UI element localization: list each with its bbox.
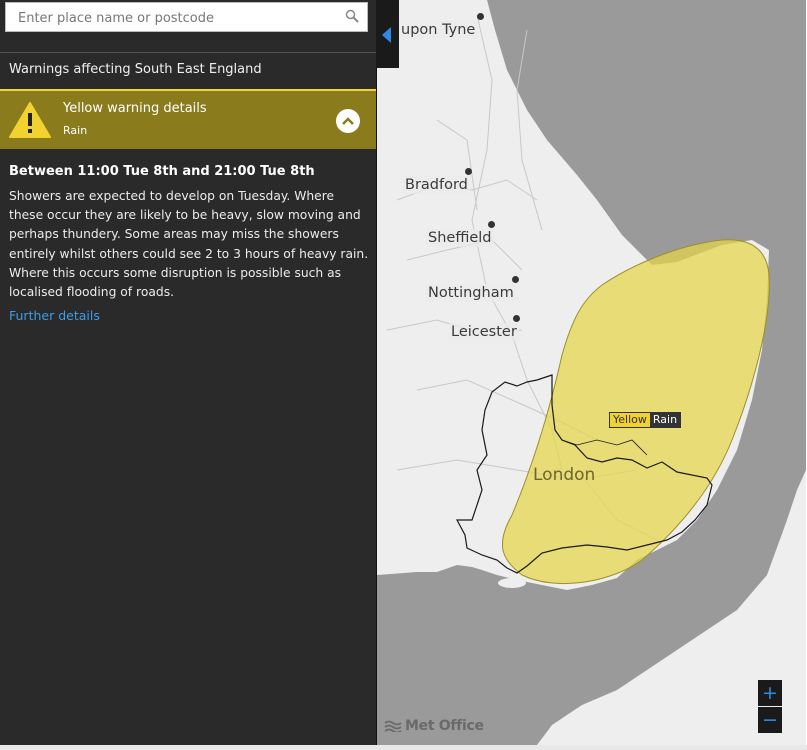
met-office-logo: Met Office [384, 718, 484, 734]
warning-time-range: Between 11:00 Tue 8th and 21:00 Tue 8th [9, 164, 315, 179]
zoom-out-button[interactable]: − [758, 707, 782, 733]
page-bottom-edge [0, 745, 807, 750]
search-icon[interactable] [345, 9, 359, 23]
met-office-wave-icon [384, 720, 402, 732]
warning-level-label: Yellow [610, 413, 650, 427]
zoom-in-button[interactable]: + [758, 680, 782, 706]
city-dot [477, 13, 484, 20]
city-dot [465, 168, 472, 175]
triangle-left-icon [382, 27, 391, 43]
warning-type: Rain [63, 124, 88, 137]
city-label-nottingham: Nottingham [426, 284, 516, 302]
collapse-button[interactable] [336, 109, 360, 133]
divider [0, 52, 376, 53]
warning-header[interactable]: Yellow warning details Rain [0, 89, 376, 149]
city-label-london: London [533, 465, 596, 485]
search-input[interactable] [16, 4, 340, 32]
warning-type-label: Rain [649, 413, 681, 427]
app-frame: Warnings affecting South East England Ye… [0, 0, 806, 745]
warning-title: Yellow warning details [63, 101, 207, 116]
warning-map[interactable]: upon Tyne Bradford Sheffield Nottingham … [377, 0, 806, 745]
city-label-newcastle: upon Tyne [399, 21, 478, 39]
region-title: Warnings affecting South East England [9, 62, 262, 77]
city-dot [488, 221, 495, 228]
map-canvas [377, 0, 806, 745]
city-dot [512, 276, 519, 283]
warning-description: Showers are expected to develop on Tuesd… [9, 189, 369, 300]
chevron-up-icon [342, 117, 354, 125]
city-label-sheffield: Sheffield [426, 229, 494, 247]
warning-triangle-icon [9, 102, 51, 138]
search-box [5, 2, 368, 32]
sidebar-toggle-button[interactable] [376, 0, 399, 68]
further-details-link[interactable]: Further details [9, 308, 100, 323]
met-office-logo-text: Met Office [405, 718, 484, 734]
city-label-bradford: Bradford [403, 176, 470, 194]
warning-sidebar: Warnings affecting South East England Ye… [0, 0, 377, 745]
city-label-leicester: Leicester [449, 323, 519, 341]
warning-map-label[interactable]: Yellow Rain [609, 412, 682, 428]
city-dot [513, 315, 520, 322]
